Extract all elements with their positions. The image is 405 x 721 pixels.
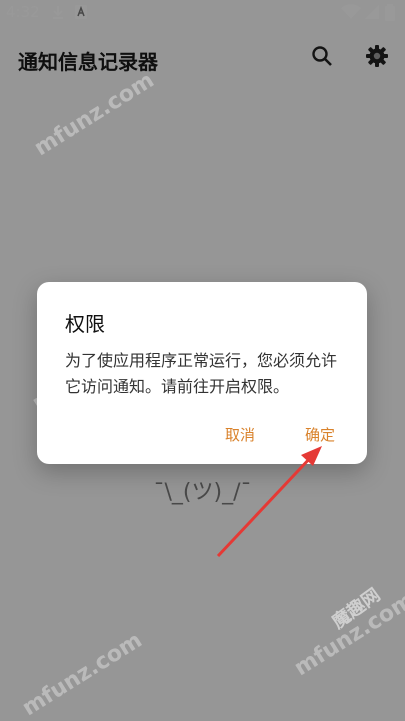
annotation-arrow-icon <box>216 446 322 558</box>
